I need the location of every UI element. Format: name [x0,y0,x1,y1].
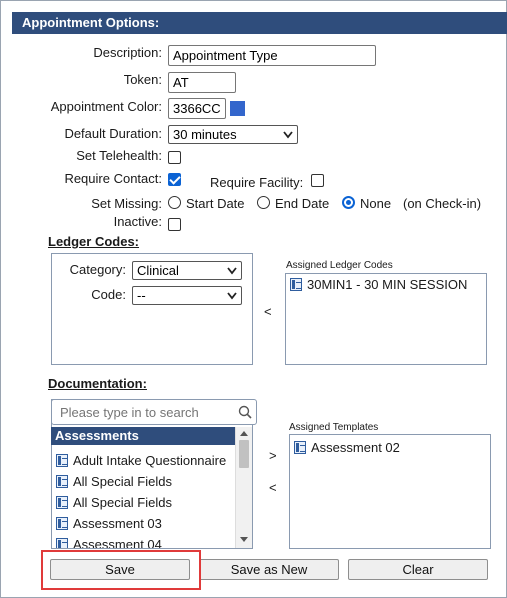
template-list[interactable]: Adult Intake Questionnaire All Special F… [52,445,235,548]
color-swatch[interactable] [230,101,245,116]
section-header: Appointment Options: [12,12,507,34]
set-missing-start-date-radio[interactable] [168,196,181,209]
search-icon[interactable] [238,405,252,419]
template-icon [56,454,68,467]
set-telehealth-label: Set Telehealth: [76,148,162,163]
list-item[interactable]: All Special Fields [56,474,172,489]
default-duration-value: 30 minutes [173,127,237,142]
template-list-scrollbar[interactable] [235,427,252,548]
set-telehealth-checkbox[interactable] [168,151,181,164]
appointment-color-input[interactable] [168,98,226,119]
require-contact-label: Require Contact: [64,171,162,186]
default-duration-select[interactable]: 30 minutes [168,125,298,144]
appointment-color-label: Appointment Color: [50,99,162,114]
documentation-heading: Documentation: [48,376,147,391]
ledger-remove-button[interactable]: < [264,304,272,319]
set-missing-end-date-label: End Date [275,196,330,211]
list-item[interactable]: Assessment 02 [294,440,400,455]
set-missing-label: Set Missing: [91,196,162,211]
list-item[interactable]: Assessment 04 [56,537,162,548]
template-remove-button[interactable]: < [269,480,277,495]
chevron-down-icon [283,131,293,139]
list-item-label: Assessment 03 [73,516,162,531]
token-input[interactable] [168,72,236,93]
list-item[interactable]: All Special Fields [56,495,172,510]
chevron-down-icon [227,267,237,275]
code-value: -- [137,288,146,303]
list-item-label: All Special Fields [73,495,172,510]
save-highlight-box [41,550,201,590]
chevron-down-icon [227,292,237,300]
list-item-label: Assessment 04 [73,537,162,548]
set-missing-none-label: None [360,196,392,211]
category-value: Clinical [137,263,179,278]
description-input[interactable] [168,45,376,66]
list-item[interactable]: Adult Intake Questionnaire [56,453,226,468]
inactive-checkbox[interactable] [168,218,181,231]
set-missing-end-date-radio[interactable] [257,196,270,209]
inactive-label: Inactive: [113,214,162,229]
clear-button[interactable]: Clear [348,559,488,580]
template-icon [56,517,68,530]
set-missing-start-date-label: Start Date [186,196,245,211]
template-icon [56,475,68,488]
template-icon [56,496,68,509]
assigned-templates-title: Assigned Templates [289,422,379,433]
list-item-label: All Special Fields [73,474,172,489]
require-contact-checkbox[interactable] [168,173,181,186]
set-missing-none-radio[interactable] [342,196,355,209]
assigned-ledger-codes-list[interactable]: 30MIN1 - 30 MIN SESSION [285,273,487,365]
description-label: Description: [93,45,162,60]
list-item[interactable]: 30MIN1 - 30 MIN SESSION [290,277,467,292]
category-label: Category: [69,262,126,277]
on-check-in-note: (on Check-in) [403,196,482,211]
assigned-templates-list[interactable]: Assessment 02 [289,434,491,549]
scroll-down-icon[interactable] [240,537,248,543]
template-icon [56,538,68,548]
code-select[interactable]: -- [132,286,242,305]
list-item-label: Assessment 02 [311,440,400,455]
template-add-button[interactable]: > [269,448,277,463]
template-search-box[interactable] [51,399,257,425]
scroll-up-icon[interactable] [240,430,248,436]
ledger-codes-heading: Ledger Codes: [48,234,140,249]
assigned-ledger-codes-title: Assigned Ledger Codes [286,260,393,271]
require-facility-checkbox[interactable] [311,174,324,187]
category-select[interactable]: Clinical [132,261,242,280]
template-icon [294,441,306,454]
list-item-label: Adult Intake Questionnaire [73,453,227,468]
template-group-header: Assessments [51,427,235,445]
ledger-code-icon [290,278,302,291]
token-label: Token: [123,72,162,87]
scrollbar-thumb[interactable] [239,440,249,468]
template-search-input[interactable] [52,400,232,424]
require-facility-label: Require Facility: [210,175,304,190]
list-item-label: 30MIN1 - 30 MIN SESSION [307,277,468,292]
list-item[interactable]: Assessment 03 [56,516,162,531]
save-as-new-button[interactable]: Save as New [199,559,339,580]
code-label: Code: [91,287,126,302]
default-duration-label: Default Duration: [64,126,162,141]
